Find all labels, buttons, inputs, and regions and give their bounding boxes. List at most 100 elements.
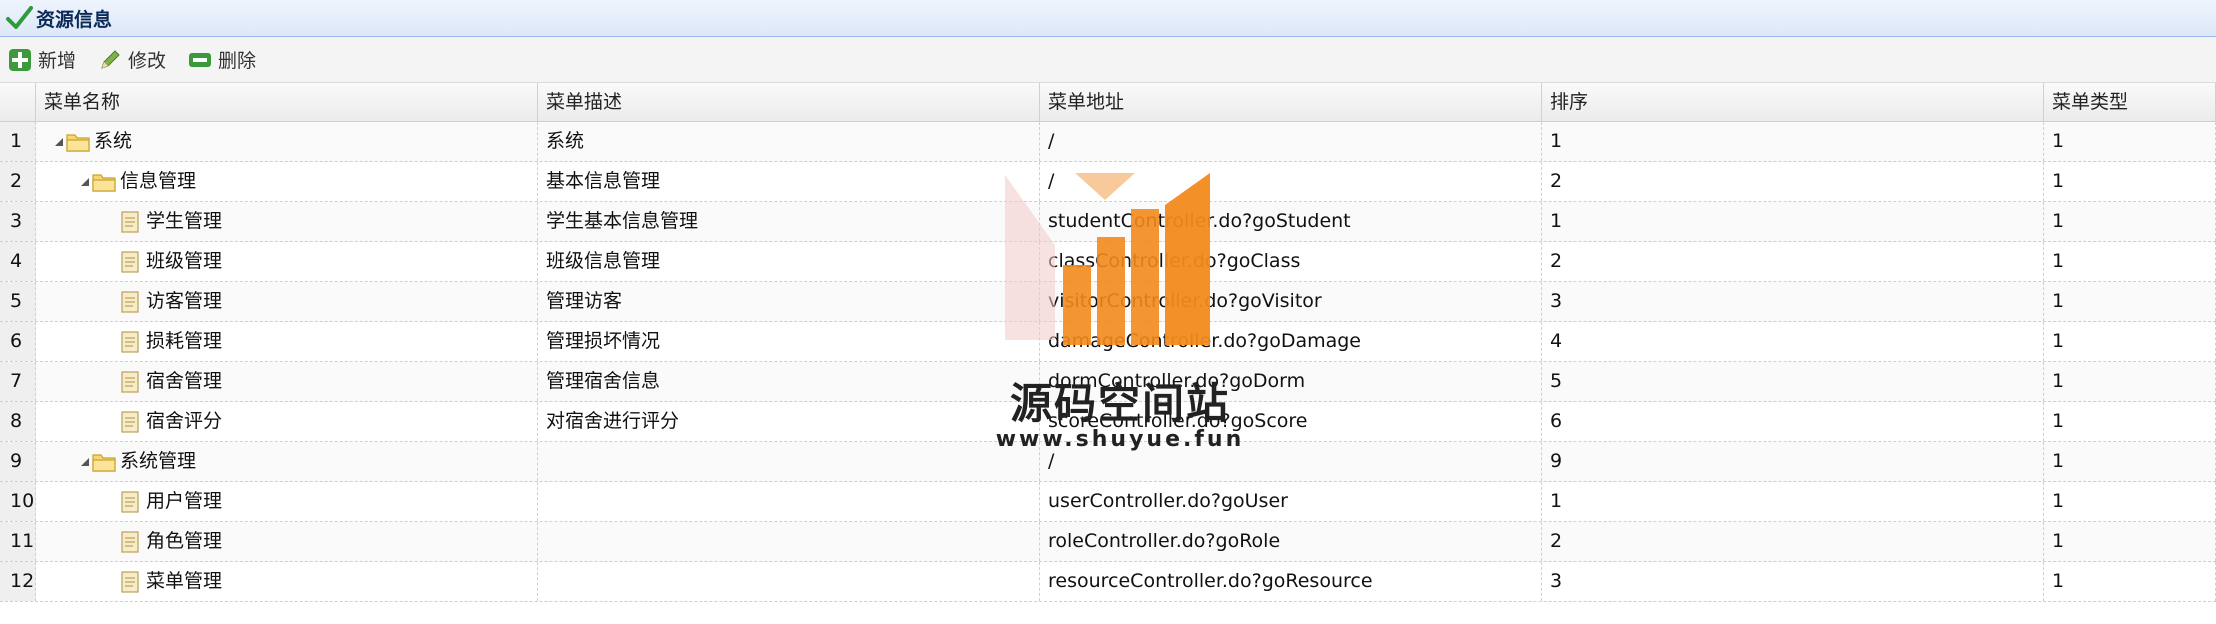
- header-menu-type[interactable]: 菜单类型: [2044, 83, 2216, 121]
- tree-expand-icon[interactable]: [78, 455, 92, 469]
- row-number: 12: [0, 562, 36, 601]
- row-number: 2: [0, 162, 36, 201]
- cell-menu-desc: [538, 562, 1040, 601]
- file-icon: [118, 530, 142, 553]
- grid-header: 菜单名称 菜单描述 菜单地址 排序 菜单类型: [0, 83, 2216, 122]
- row-number: 3: [0, 202, 36, 241]
- table-row[interactable]: 4 班级管理 班级信息管理 classController.do?goClass 2 1: [0, 242, 2216, 282]
- folder-icon: [66, 131, 90, 153]
- cell-menu-desc: 管理损坏情况: [538, 322, 1040, 361]
- cell-menu-name: 系统: [36, 122, 538, 161]
- toolbar: 新增 修改 删除: [0, 37, 2216, 83]
- file-icon: [118, 250, 142, 273]
- table-row[interactable]: 1 系统 系统/1 1: [0, 122, 2216, 162]
- cell-sort: 2: [1542, 522, 2044, 561]
- header-menu-url[interactable]: 菜单地址: [1040, 83, 1542, 121]
- add-button[interactable]: 新增: [8, 46, 76, 73]
- menu-name-text: 信息管理: [120, 170, 197, 192]
- cell-menu-name: 角色管理: [36, 522, 538, 561]
- folder-icon: [92, 171, 116, 193]
- cell-menu-desc: 学生基本信息管理: [538, 202, 1040, 241]
- cell-menu-name: 访客管理: [36, 282, 538, 321]
- cell-menu-desc: 管理访客: [538, 282, 1040, 321]
- row-number: 11: [0, 522, 36, 561]
- cell-menu-desc: 系统: [538, 122, 1040, 161]
- edit-label: 修改: [128, 50, 167, 72]
- table-row[interactable]: 10 用户管理 userController.do?goUser 1 1: [0, 482, 2216, 522]
- cell-sort: 4: [1542, 322, 2044, 361]
- cell-menu-name: 宿舍评分: [36, 402, 538, 441]
- cell-menu-url: classController.do?goClass: [1040, 242, 1542, 281]
- cell-menu-type: 1: [2044, 482, 2216, 521]
- cell-menu-url: scoreController.do?goScore: [1040, 402, 1542, 441]
- cell-menu-type: 1: [2044, 242, 2216, 281]
- menu-name-text: 宿舍管理: [146, 370, 223, 392]
- cell-sort: 1: [1542, 122, 2044, 161]
- file-icon: [118, 570, 142, 593]
- pencil-icon: [101, 49, 120, 69]
- table-row[interactable]: 2 信息管理 基本信息管理/2 1: [0, 162, 2216, 202]
- header-menu-desc[interactable]: 菜单描述: [538, 83, 1040, 121]
- cell-menu-desc: 管理宿舍信息: [538, 362, 1040, 401]
- cell-menu-type: 1: [2044, 562, 2216, 601]
- panel-title: 资源信息: [36, 8, 113, 31]
- menu-name-text: 访客管理: [146, 290, 223, 312]
- folder-icon: [92, 451, 116, 473]
- table-row[interactable]: 6 损耗管理 管理损坏情况 damageController.do?goDamage 4…: [0, 322, 2216, 362]
- cell-menu-desc: [538, 482, 1040, 521]
- cell-menu-url: studentController.do?goStudent: [1040, 202, 1542, 241]
- add-icon: [9, 48, 31, 71]
- row-number: 7: [0, 362, 36, 401]
- table-row[interactable]: 5 访客管理 管理访客 visitorController.do?goVisitor 3…: [0, 282, 2216, 322]
- cell-menu-type: 1: [2044, 162, 2216, 201]
- cell-sort: 3: [1542, 562, 2044, 601]
- check-icon: [4, 3, 34, 33]
- cell-menu-type: 1: [2044, 442, 2216, 481]
- cell-sort: 1: [1542, 482, 2044, 521]
- cell-menu-name: 系统管理: [36, 442, 538, 481]
- cell-menu-url: resourceController.do?goResource: [1040, 562, 1542, 601]
- cell-sort: 2: [1542, 242, 2044, 281]
- cell-menu-name: 用户管理: [36, 482, 538, 521]
- cell-sort: 6: [1542, 402, 2044, 441]
- menu-name-text: 系统: [94, 130, 133, 152]
- table-row[interactable]: 12 菜单管理 resourceController.do?goResource 3 1: [0, 562, 2216, 602]
- cell-menu-type: 1: [2044, 522, 2216, 561]
- delete-button[interactable]: 删除: [188, 46, 256, 73]
- cell-menu-name: 菜单管理: [36, 562, 538, 601]
- delete-label: 删除: [218, 50, 257, 72]
- cell-menu-url: /: [1040, 442, 1542, 481]
- cell-menu-type: 1: [2044, 202, 2216, 241]
- row-number: 8: [0, 402, 36, 441]
- table-row[interactable]: 11 角色管理 roleController.do?goRole 2 1: [0, 522, 2216, 562]
- cell-menu-desc: [538, 442, 1040, 481]
- file-icon: [118, 490, 142, 513]
- row-number: 5: [0, 282, 36, 321]
- table-row[interactable]: 9 系统管理/9 1: [0, 442, 2216, 482]
- file-icon: [118, 410, 142, 433]
- cell-menu-url: userController.do?goUser: [1040, 482, 1542, 521]
- file-icon: [118, 330, 142, 353]
- row-number: 6: [0, 322, 36, 361]
- table-row[interactable]: 3 学生管理 学生基本信息管理 studentController.do?goStud…: [0, 202, 2216, 242]
- menu-name-text: 损耗管理: [146, 330, 223, 352]
- tree-expand-icon[interactable]: [52, 135, 66, 149]
- file-icon: [118, 210, 142, 233]
- table-row[interactable]: 8 宿舍评分 对宿舍进行评分 scoreController.do?goScore 6 1: [0, 402, 2216, 442]
- menu-name-text: 角色管理: [146, 530, 223, 552]
- row-number: 1: [0, 122, 36, 161]
- cell-menu-url: /: [1040, 122, 1542, 161]
- table-row[interactable]: 7 宿舍管理 管理宿舍信息 dormController.do?goDorm 5 1: [0, 362, 2216, 402]
- cell-menu-url: /: [1040, 162, 1542, 201]
- cell-sort: 2: [1542, 162, 2044, 201]
- header-sort[interactable]: 排序: [1542, 83, 2044, 121]
- cell-sort: 5: [1542, 362, 2044, 401]
- tree-expand-icon[interactable]: [78, 175, 92, 189]
- cell-menu-url: visitorController.do?goVisitor: [1040, 282, 1542, 321]
- cell-menu-name: 学生管理: [36, 202, 538, 241]
- cell-menu-name: 信息管理: [36, 162, 538, 201]
- edit-button[interactable]: 修改: [98, 46, 166, 73]
- menu-name-text: 学生管理: [146, 210, 223, 232]
- header-menu-name[interactable]: 菜单名称: [36, 83, 538, 121]
- menu-name-text: 宿舍评分: [146, 410, 223, 432]
